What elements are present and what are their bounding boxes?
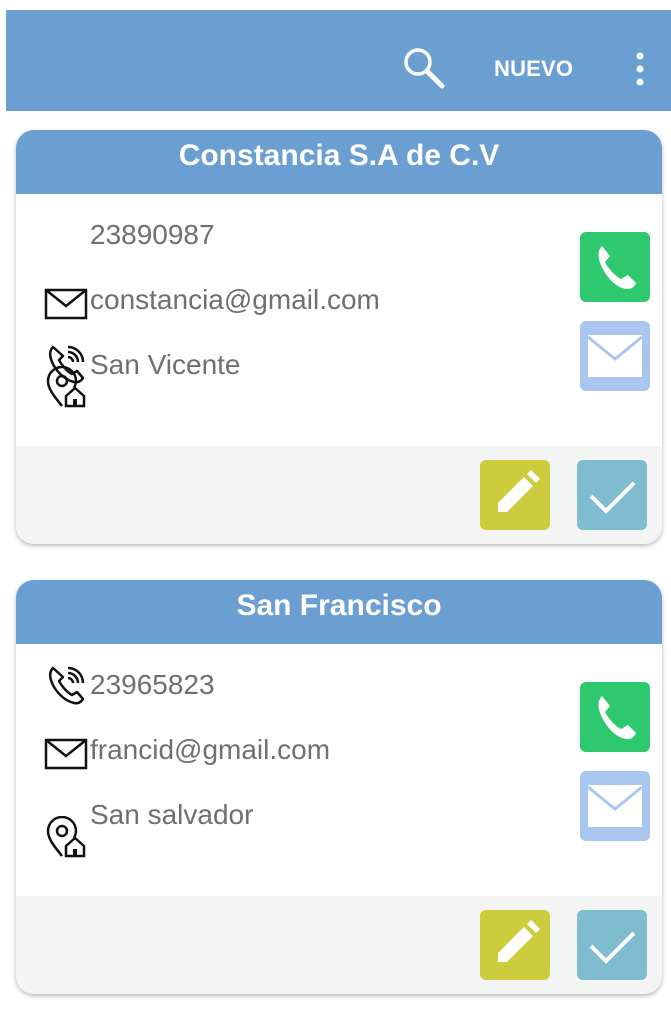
contact-phone: 23890987 [90, 219, 215, 250]
call-button[interactable] [580, 682, 650, 752]
card-footer [16, 446, 662, 544]
edit-button[interactable] [480, 460, 550, 530]
search-icon[interactable] [401, 45, 447, 91]
edit-button[interactable] [480, 910, 550, 980]
contact-email: francid@gmail.com [90, 734, 331, 765]
call-button[interactable] [580, 232, 650, 302]
contact-email: constancia@gmail.com [90, 284, 380, 315]
location-home-icon [44, 815, 88, 860]
contact-name: Constancia S.A de C.V [16, 130, 662, 194]
confirm-button[interactable] [577, 460, 647, 530]
email-button[interactable] [580, 321, 650, 391]
card-footer [16, 896, 662, 994]
mail-icon [44, 732, 88, 776]
contact-address: San Vicente [90, 349, 241, 380]
phone-icon [44, 663, 88, 707]
new-button[interactable]: NUEVO [494, 56, 573, 82]
app-bar: NUEVO [6, 10, 671, 111]
confirm-button[interactable] [577, 910, 647, 980]
contact-card: San Francisco 23965823 francid@gmail.com… [16, 580, 662, 994]
email-button[interactable] [580, 771, 650, 841]
contact-card: Constancia S.A de C.V 23890987 constanci… [16, 130, 662, 544]
contact-phone: 23965823 [90, 669, 215, 700]
contact-address: San salvador [90, 799, 254, 830]
mail-icon [44, 282, 88, 326]
overflow-menu-icon[interactable] [632, 50, 648, 90]
location-home-icon [44, 365, 88, 410]
contact-name: San Francisco [16, 580, 662, 644]
